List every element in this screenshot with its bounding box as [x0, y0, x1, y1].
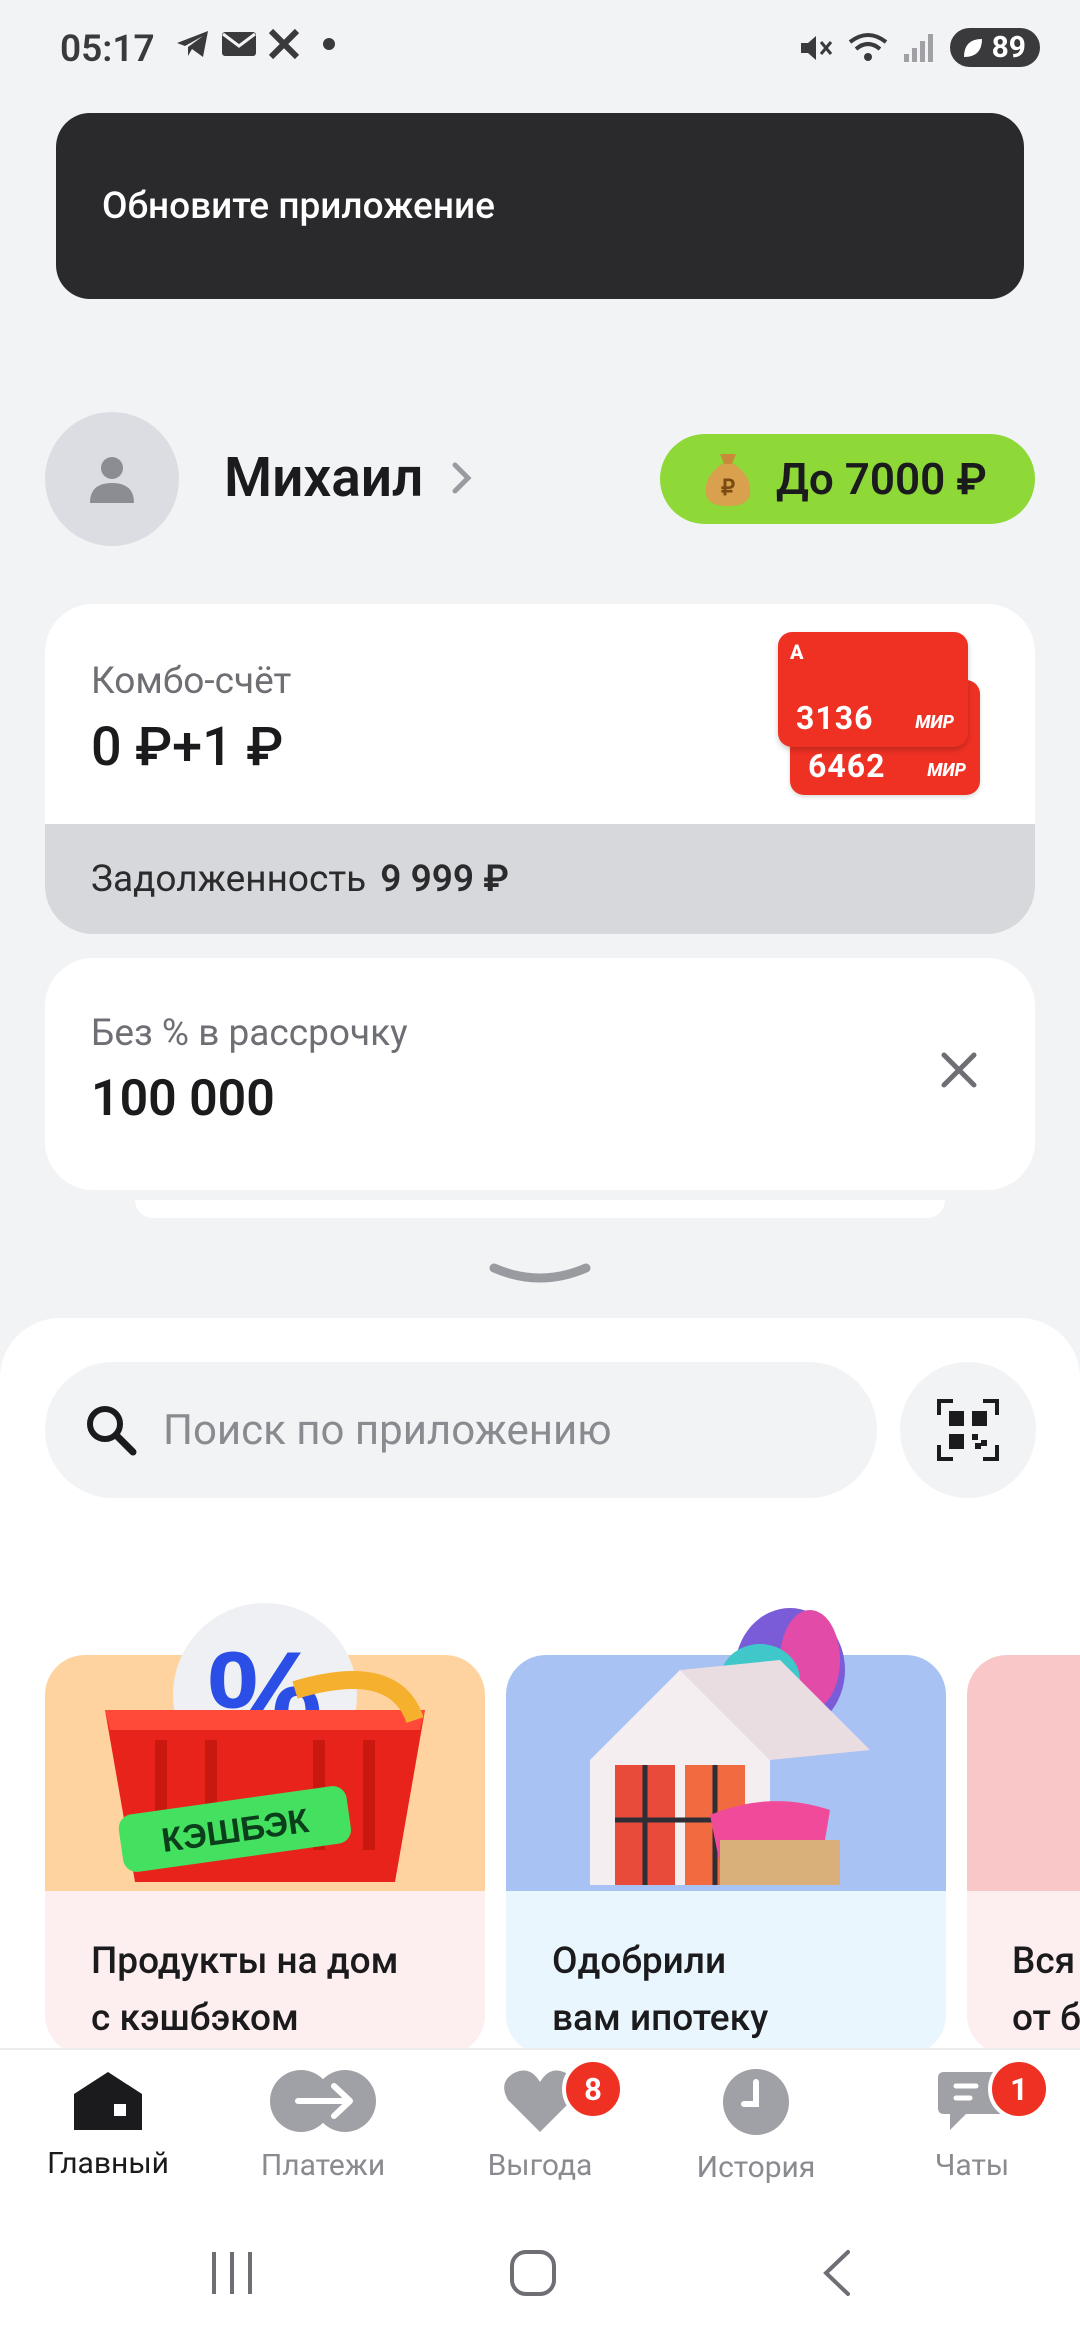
nav-label: Чаты	[934, 2148, 1010, 2183]
installment-amount: 100 000	[91, 1070, 275, 1128]
avatar[interactable]	[45, 412, 179, 546]
promo-title-line2: с кэшбэком	[91, 1997, 299, 2040]
recent-apps-icon[interactable]	[208, 2248, 256, 2298]
profile-name[interactable]: Михаил	[224, 446, 423, 510]
money-bag-icon: ₽	[705, 454, 751, 506]
cashback-basket-illustration: % КЭШБЭК	[105, 1603, 425, 1882]
nav-label: Главный	[47, 2146, 169, 2181]
promo-title-line1: Продукты на дом	[91, 1940, 399, 1983]
home-button-icon[interactable]	[508, 2248, 558, 2298]
bonus-offer-label: До 7000 ₽	[776, 453, 987, 505]
nav-item-benefits[interactable]: Выгода 8	[440, 2058, 640, 2183]
nav-item-payments[interactable]: Платежи	[223, 2068, 423, 2183]
combo-account-card[interactable]: Комбо-счёт 0 ₽+1 ₽ 6462 МИР A 3136 МИР З…	[45, 604, 1035, 934]
qr-scan-button[interactable]	[900, 1362, 1036, 1498]
debt-amount: 9 999 ₽	[380, 857, 509, 901]
debt-row[interactable]: Задолженность 9 999 ₽	[45, 824, 1035, 934]
user-icon	[90, 457, 134, 503]
debt-label: Задолженность	[91, 857, 367, 901]
card-system-logo: МИР	[927, 760, 966, 781]
promo-title-line1: Вся	[1012, 1940, 1076, 1983]
battery-icon: 89	[949, 28, 1040, 67]
dot-icon	[323, 38, 335, 50]
house-illustration	[590, 1608, 870, 1885]
svg-text:₽: ₽	[721, 475, 735, 500]
nav-item-history[interactable]: История	[656, 2068, 856, 2185]
wifi-icon	[848, 32, 887, 61]
signal-icon	[903, 33, 933, 62]
close-icon[interactable]	[939, 1050, 979, 1090]
status-system-icons: 89	[798, 28, 1040, 67]
notification-badge: 1	[988, 2058, 1050, 2120]
update-app-text: Обновите приложение	[102, 184, 495, 228]
search-input[interactable]: Поиск по приложению	[45, 1362, 877, 1498]
back-icon[interactable]	[818, 2248, 854, 2298]
battery-level: 89	[991, 30, 1026, 65]
status-notification-icons	[175, 27, 341, 61]
stacked-card-edge	[135, 1200, 945, 1218]
card-number: 3136	[796, 699, 874, 737]
bonus-offer-button[interactable]: ₽ До 7000 ₽	[660, 434, 1035, 524]
promo-card-partial[interactable]: Вся от б	[967, 1655, 1080, 2055]
bank-card-mini[interactable]: A 3136 МИР	[778, 632, 968, 747]
chevron-right-icon[interactable]	[450, 460, 474, 496]
x-icon	[268, 28, 300, 60]
system-navigation-bar	[0, 2208, 1080, 2340]
nav-label: Платежи	[260, 2148, 386, 2183]
qr-code-icon	[937, 1399, 999, 1461]
installment-offer-card[interactable]: Без % в рассрочку 100 000	[45, 958, 1035, 1190]
chevron-down-icon[interactable]	[488, 1262, 592, 1292]
promo-title-line2: вам ипотеку	[552, 1997, 769, 2040]
bottom-navigation: Главный Платежи Выгода 8 История Чаты 1	[0, 2048, 1080, 2210]
mute-icon	[800, 35, 832, 60]
notification-badge: 8	[562, 2058, 624, 2120]
search-placeholder: Поиск по приложению	[163, 1405, 612, 1455]
search-icon	[87, 1406, 137, 1456]
mail-icon	[222, 32, 256, 56]
clock-icon	[723, 2069, 789, 2135]
telegram-icon	[177, 31, 208, 57]
transfer-icon	[270, 2070, 376, 2132]
alfa-logo-icon: A	[790, 640, 804, 664]
nav-item-chats[interactable]: Чаты 1	[872, 2058, 1072, 2183]
home-icon	[74, 2072, 142, 2130]
promo-title-line2: от б	[1012, 1997, 1080, 2040]
promo-title-line1: Одобрили	[552, 1940, 727, 1983]
combo-account-title: Комбо-счёт	[91, 660, 292, 703]
nav-label: Выгода	[487, 2148, 593, 2183]
card-number: 6462	[808, 747, 886, 785]
update-app-banner[interactable]: Обновите приложение	[56, 113, 1024, 299]
status-time: 05:17	[60, 28, 155, 71]
card-system-logo: МИР	[915, 712, 954, 733]
nav-label: История	[696, 2150, 816, 2185]
nav-item-home[interactable]: Главный	[8, 2068, 208, 2181]
installment-title: Без % в рассрочку	[91, 1012, 408, 1055]
combo-account-balance: 0 ₽+1 ₽	[91, 716, 284, 779]
